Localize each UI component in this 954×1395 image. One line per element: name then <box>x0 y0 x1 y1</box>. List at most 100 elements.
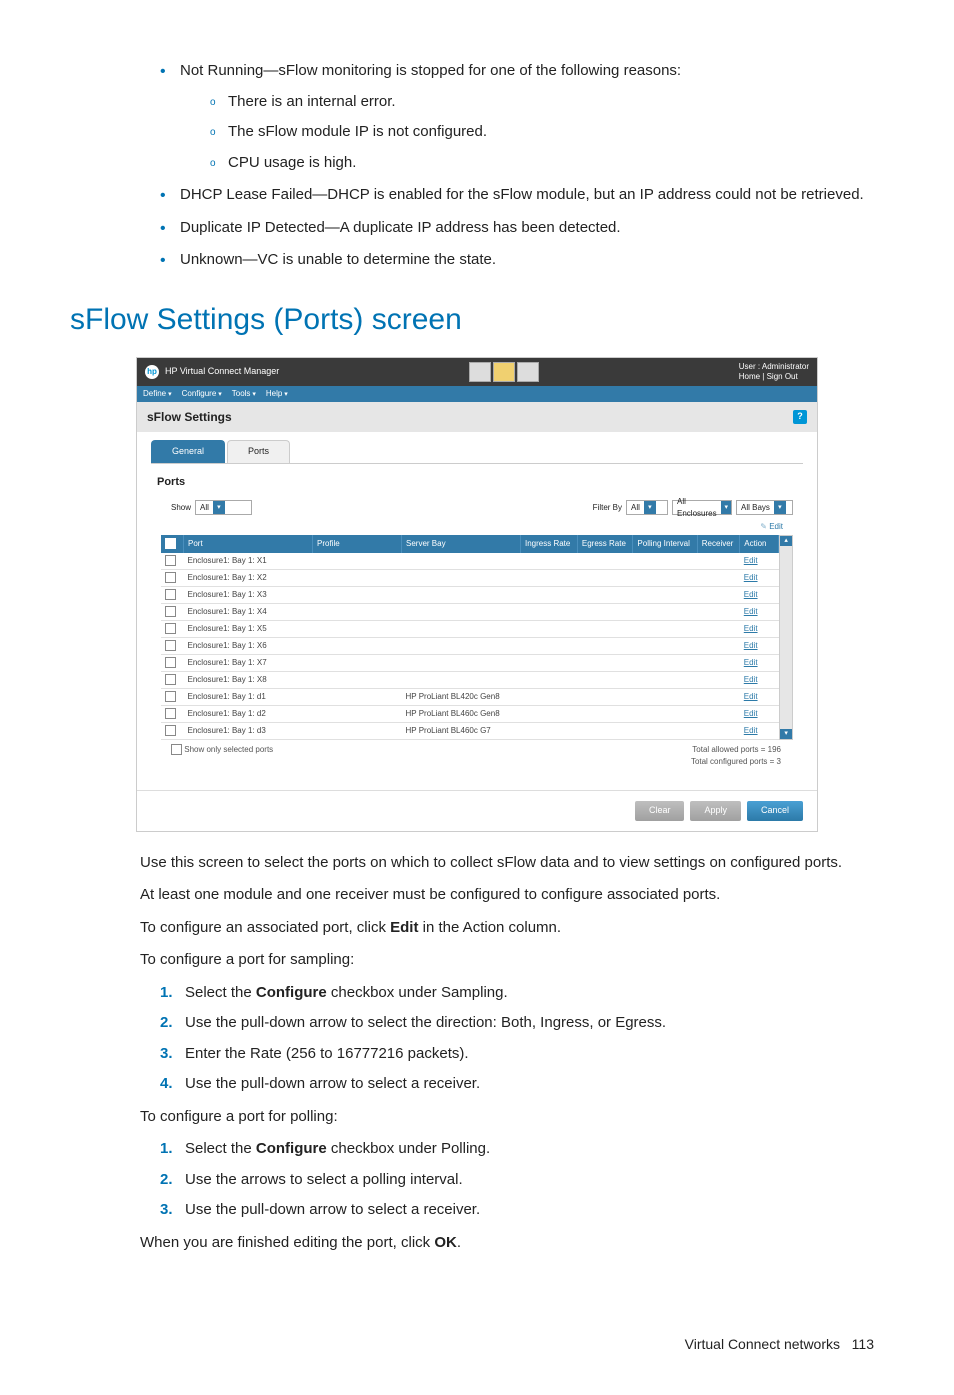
polling-steps: Select the Configure checkbox under Poll… <box>70 1138 884 1222</box>
menu-help[interactable]: Help <box>266 388 288 401</box>
row-checkbox[interactable] <box>165 725 176 736</box>
row-checkbox[interactable] <box>165 555 176 566</box>
total-configured: Total configured ports = 3 <box>691 756 781 768</box>
cell-server <box>402 570 521 587</box>
row-checkbox[interactable] <box>165 606 176 617</box>
menu-tools[interactable]: Tools <box>232 388 256 401</box>
embedded-screenshot: hp HP Virtual Connect Manager User : Adm… <box>136 357 818 832</box>
edit-link[interactable]: Edit <box>740 655 779 672</box>
edit-link[interactable]: Edit <box>740 689 779 706</box>
col-action: Action <box>740 535 779 553</box>
row-checkbox[interactable] <box>165 623 176 634</box>
edit-link[interactable]: Edit <box>740 621 779 638</box>
cell-profile <box>313 621 402 638</box>
sub-bullet: The sFlow module IP is not configured. <box>210 121 884 144</box>
edit-link[interactable]: Edit <box>740 638 779 655</box>
col-receiver: Receiver <box>697 535 740 553</box>
edit-link[interactable]: Edit <box>740 672 779 689</box>
edit-all-link[interactable]: Edit <box>151 521 783 533</box>
cell-port: Enclosure1: Bay 1: X7 <box>184 655 313 672</box>
show-selected-checkbox[interactable] <box>171 744 182 755</box>
apply-button[interactable]: Apply <box>690 801 741 821</box>
edit-link[interactable]: Edit <box>740 723 779 740</box>
bold-ok: OK <box>434 1234 457 1251</box>
bays-select[interactable]: All Bays▾ <box>736 500 793 515</box>
sub-bullet: There is an internal error. <box>210 91 884 114</box>
cell-profile <box>313 723 402 740</box>
bullet-duplicate-ip: Duplicate IP Detected—A duplicate IP add… <box>160 217 884 240</box>
row-checkbox[interactable] <box>165 691 176 702</box>
step-item: Enter the Rate (256 to 16777216 packets)… <box>160 1043 884 1066</box>
table-footer: Show only selected ports Total allowed p… <box>171 744 781 768</box>
table-row: Enclosure1: Bay 1: d3HP ProLiant BL460c … <box>161 723 779 740</box>
tab-general[interactable]: General <box>151 440 225 463</box>
text: When you are finished editing the port, … <box>140 1234 434 1251</box>
row-checkbox[interactable] <box>165 640 176 651</box>
step-item: Select the Configure checkbox under Samp… <box>160 982 884 1005</box>
table-header-row: Port Profile Server Bay Ingress Rate Egr… <box>161 535 779 553</box>
cell-port: Enclosure1: Bay 1: X2 <box>184 570 313 587</box>
row-checkbox[interactable] <box>165 657 176 668</box>
menu-configure[interactable]: Configure <box>182 388 222 401</box>
cell-server: HP ProLiant BL420c Gen8 <box>402 689 521 706</box>
scroll-down-icon[interactable]: ▾ <box>780 729 792 739</box>
table-row: Enclosure1: Bay 1: X7 Edit <box>161 655 779 672</box>
cell-profile <box>313 570 402 587</box>
row-checkbox[interactable] <box>165 674 176 685</box>
scroll-up-icon[interactable]: ▴ <box>780 536 792 546</box>
page-title-bar: sFlow Settings ? <box>137 402 817 432</box>
row-checkbox[interactable] <box>165 708 176 719</box>
edit-link[interactable]: Edit <box>740 604 779 621</box>
row-checkbox[interactable] <box>165 589 176 600</box>
titlebar-icons <box>469 362 539 382</box>
bays-value: All Bays <box>737 502 774 514</box>
filterby-select[interactable]: All▾ <box>626 500 668 515</box>
cell-port: Enclosure1: Bay 1: X1 <box>184 553 313 570</box>
cell-profile <box>313 604 402 621</box>
titlebar-icon[interactable] <box>469 362 491 382</box>
row-checkbox[interactable] <box>165 572 176 583</box>
titlebar-icon[interactable] <box>517 362 539 382</box>
cell-profile <box>313 689 402 706</box>
cell-port: Enclosure1: Bay 1: d2 <box>184 706 313 723</box>
chevron-down-icon: ▾ <box>213 501 225 514</box>
clear-button[interactable]: Clear <box>635 801 685 821</box>
ports-heading: Ports <box>157 474 803 491</box>
help-icon[interactable]: ? <box>793 410 807 424</box>
sub-list: There is an internal error. The sFlow mo… <box>180 91 884 175</box>
table-wrapper: Port Profile Server Bay Ingress Rate Egr… <box>161 535 793 740</box>
edit-link[interactable]: Edit <box>740 570 779 587</box>
cell-server <box>402 604 521 621</box>
ports-table: Port Profile Server Bay Ingress Rate Egr… <box>161 535 779 740</box>
cell-port: Enclosure1: Bay 1: X3 <box>184 587 313 604</box>
cancel-button[interactable]: Cancel <box>747 801 803 821</box>
menu-define[interactable]: Define <box>143 388 172 401</box>
para-prereq: At least one module and one receiver mus… <box>140 884 884 907</box>
tabs: General Ports <box>151 440 803 464</box>
cell-profile <box>313 587 402 604</box>
titlebar-icon[interactable] <box>493 362 515 382</box>
show-selected[interactable]: Show only selected ports <box>171 744 273 768</box>
select-all-checkbox[interactable] <box>165 538 176 549</box>
enclosure-select[interactable]: All Enclosures▾ <box>672 500 732 515</box>
col-ingress: Ingress Rate <box>521 535 578 553</box>
col-polling: Polling Interval <box>633 535 697 553</box>
user-links[interactable]: Home | Sign Out <box>739 372 809 382</box>
col-egress: Egress Rate <box>577 535 633 553</box>
para-sampling-intro: To configure a port for sampling: <box>140 949 884 972</box>
bold-edit: Edit <box>390 919 418 936</box>
edit-link[interactable]: Edit <box>740 553 779 570</box>
step-item: Use the pull-down arrow to select the di… <box>160 1012 884 1035</box>
cell-server <box>402 553 521 570</box>
scrollbar[interactable]: ▴ ▾ <box>779 535 793 740</box>
cell-port: Enclosure1: Bay 1: X5 <box>184 621 313 638</box>
cell-server <box>402 621 521 638</box>
tab-ports[interactable]: Ports <box>227 440 290 463</box>
edit-link[interactable]: Edit <box>740 587 779 604</box>
para-intro: Use this screen to select the ports on w… <box>140 852 884 875</box>
footer-section: Virtual Connect networks <box>685 1336 840 1352</box>
show-select[interactable]: All▾ <box>195 500 252 515</box>
step-item: Select the Configure checkbox under Poll… <box>160 1138 884 1161</box>
edit-link[interactable]: Edit <box>740 706 779 723</box>
cell-server: HP ProLiant BL460c Gen8 <box>402 706 521 723</box>
